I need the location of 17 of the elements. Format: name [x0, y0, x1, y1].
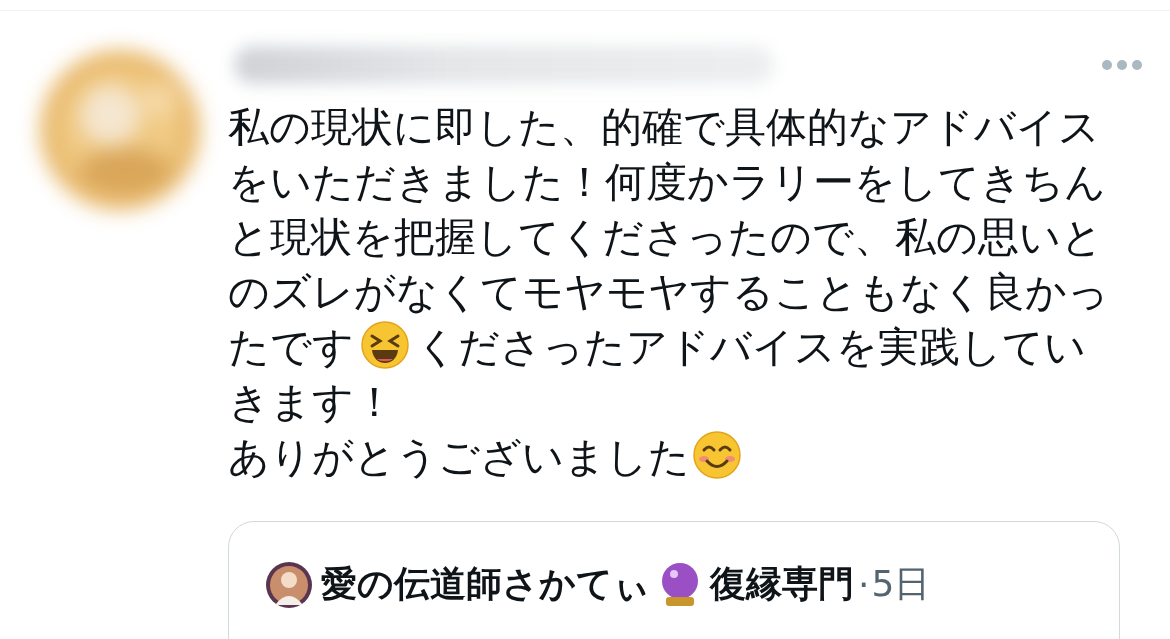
author-name: 愛の伝道師さかてぃ — [321, 562, 650, 606]
avatar-icon — [265, 560, 313, 609]
smiling-emoji-icon — [692, 430, 742, 480]
quoted-tweet-card[interactable]: 愛の伝道師さかてぃ 復縁専門·5日 — [228, 521, 1120, 639]
reply-text: 私の現状に即した、的確で具体的なアドバイス — [228, 103, 1100, 151]
post-time: 5日 — [871, 562, 931, 606]
reply-text: ありがとうございました — [228, 433, 690, 481]
reply-text: くださったアドバイスを実践してい — [416, 323, 1086, 371]
reply-text: をいただきました！何度かラリーをしてきちん — [228, 158, 1106, 206]
laughing-emoji-icon — [360, 320, 410, 370]
reply-text: たです — [228, 323, 354, 371]
reply-text: きます！ — [228, 378, 395, 426]
reply-text: と現状を把握してくださったので、私の思いと — [228, 213, 1103, 261]
author-name: 復縁専門 — [710, 562, 854, 606]
separator-dot: · — [858, 564, 870, 605]
reply-text: のズレがなくてモヤモヤすることもなく良かっ — [228, 268, 1109, 316]
more-icon[interactable] — [1101, 59, 1143, 71]
